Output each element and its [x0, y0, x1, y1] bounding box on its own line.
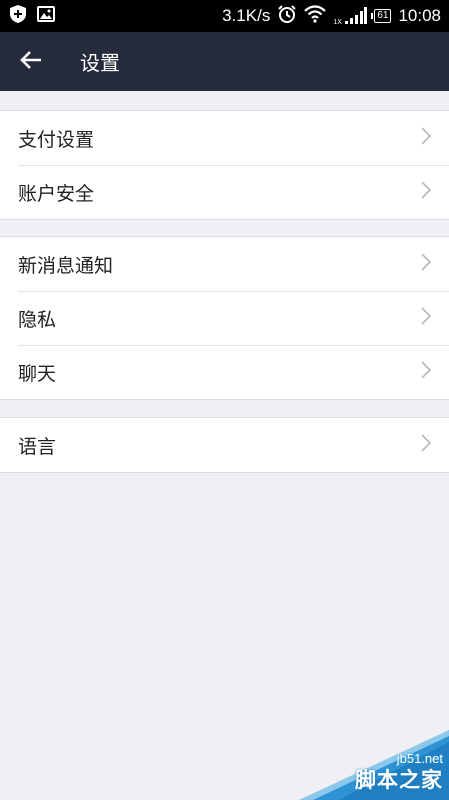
- settings-group-3: 语言: [0, 417, 449, 473]
- app-bar: 设置: [0, 32, 449, 91]
- back-button[interactable]: [0, 32, 60, 91]
- status-left: [8, 4, 56, 28]
- chevron-right-icon: [421, 307, 432, 329]
- image-icon: [36, 5, 56, 27]
- chevron-right-icon: [421, 434, 432, 456]
- network-speed: 3.1K/s: [222, 6, 271, 25]
- alarm-icon: [277, 4, 297, 29]
- settings-item-label: 支付设置: [18, 128, 95, 151]
- chevron-right-icon: [421, 361, 432, 383]
- watermark-name: 脚本之家: [355, 768, 443, 792]
- arrow-left-icon: [20, 50, 42, 74]
- settings-item-label: 语言: [18, 435, 57, 458]
- settings-group-1: 支付设置 账户安全: [0, 110, 449, 220]
- battery-icon: 61: [371, 9, 392, 23]
- status-right: 3.1K/s 1X 61 10:08: [222, 4, 441, 29]
- status-bar: 3.1K/s 1X 61 10:08: [0, 0, 449, 32]
- page-title: 设置: [80, 51, 120, 75]
- settings-item-label: 隐私: [18, 308, 57, 331]
- chevron-right-icon: [421, 253, 432, 275]
- settings-item-account-security[interactable]: 账户安全: [0, 165, 449, 219]
- settings-item-label: 账户安全: [18, 182, 95, 205]
- settings-item-label: 聊天: [18, 362, 57, 385]
- chevron-right-icon: [421, 181, 432, 203]
- settings-item-language[interactable]: 语言: [0, 418, 449, 472]
- signal-label: 1X: [333, 19, 342, 26]
- chevron-right-icon: [421, 127, 432, 149]
- wifi-icon: [304, 4, 327, 28]
- settings-group-2: 新消息通知 隐私 聊天: [0, 236, 449, 400]
- signal-icon: 1X: [333, 6, 368, 26]
- settings-item-privacy[interactable]: 隐私: [0, 291, 449, 345]
- clock: 10:08: [398, 6, 441, 25]
- settings-item-chat[interactable]: 聊天: [0, 345, 449, 399]
- watermark: jb51.net 脚本之家: [299, 730, 449, 800]
- settings-item-label: 新消息通知: [18, 254, 114, 277]
- shield-icon: [8, 4, 28, 28]
- settings-item-payment[interactable]: 支付设置: [0, 111, 449, 165]
- settings-item-notifications[interactable]: 新消息通知: [0, 237, 449, 291]
